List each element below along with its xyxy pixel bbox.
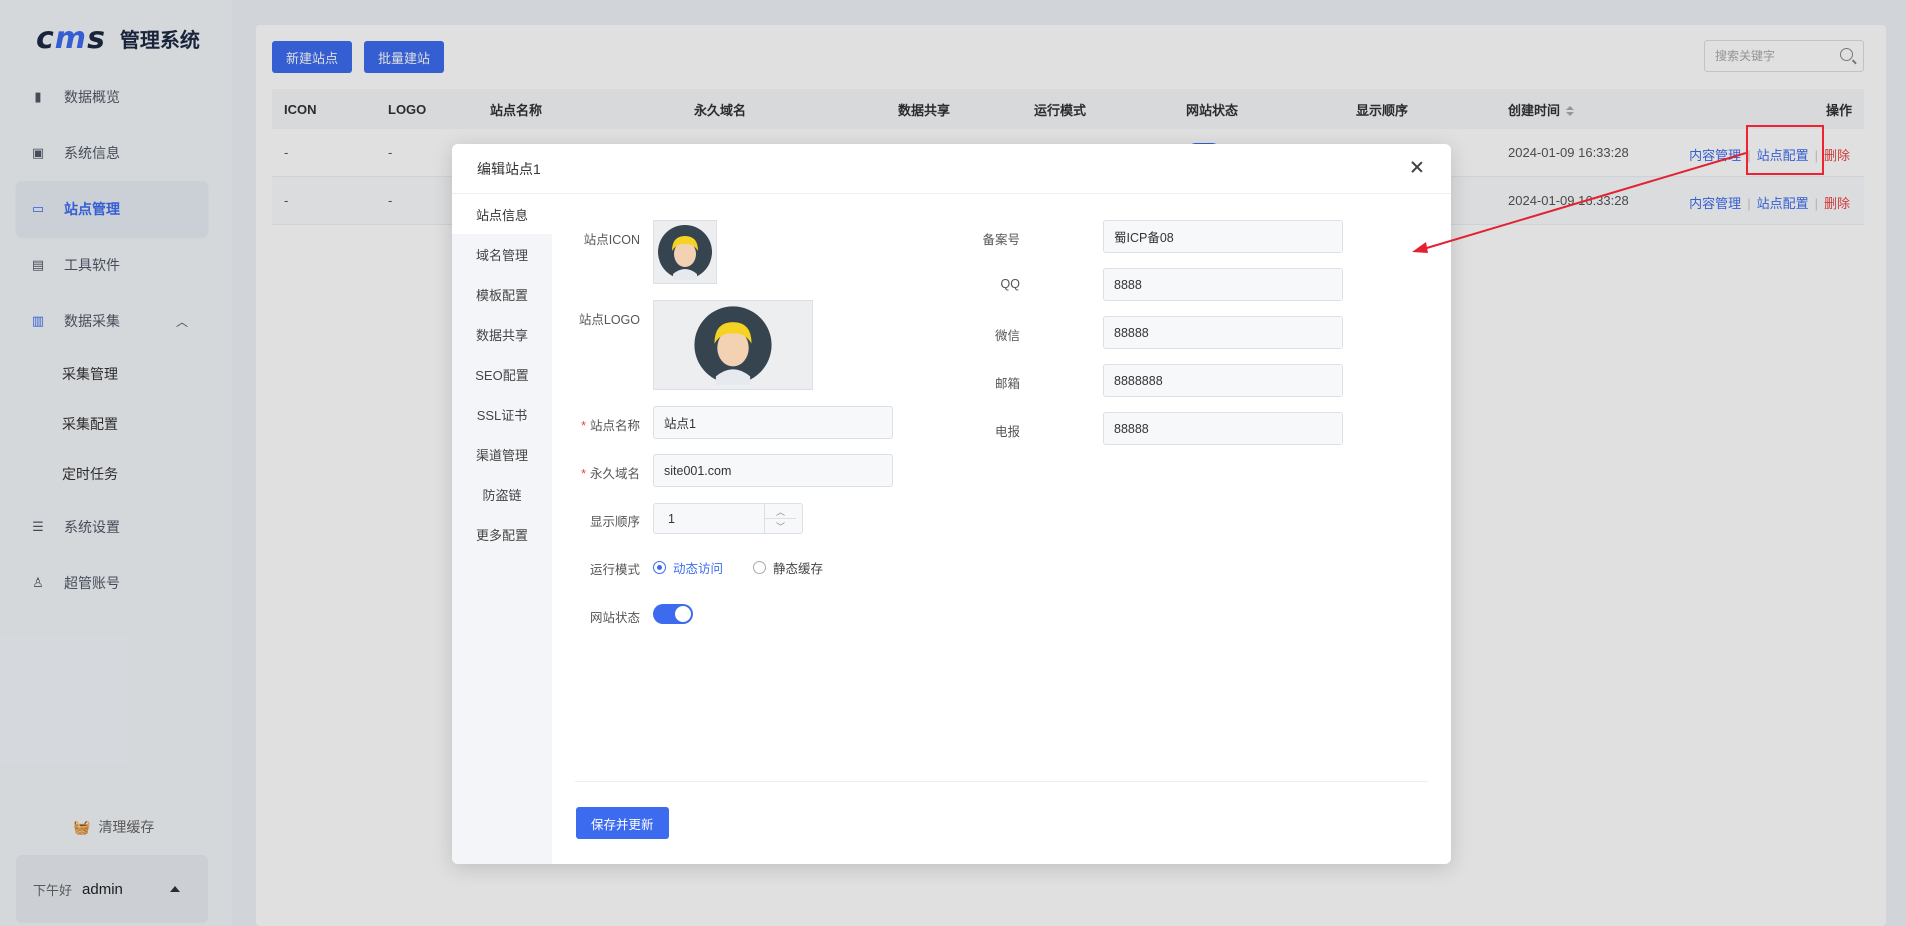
display-order-input[interactable]: [654, 504, 764, 533]
tab-seo-config[interactable]: SEO配置: [452, 354, 552, 394]
display-order-label: 显示顺序: [589, 515, 640, 529]
tab-domain-management[interactable]: 域名管理: [452, 234, 552, 274]
domain-label: 永久域名: [550, 463, 640, 482]
tab-anti-leech[interactable]: 防盗链: [452, 474, 552, 514]
site-logo-upload[interactable]: [653, 300, 813, 390]
domain-field[interactable]: [653, 454, 893, 487]
site-status-label: 网站状态: [589, 611, 640, 625]
site-icon-upload[interactable]: [653, 220, 717, 284]
site-name-label: 站点名称: [550, 415, 640, 434]
avatar-icon: [694, 306, 772, 385]
annotation-highlight-box: [1746, 125, 1824, 175]
display-order-stepper[interactable]: ︿ ﹀: [653, 503, 803, 534]
redaction-blur: [1192, 221, 1342, 252]
radio-dynamic-access[interactable]: 动态访问: [653, 558, 723, 577]
site-icon-label: 站点ICON: [583, 233, 640, 247]
tab-data-share[interactable]: 数据共享: [452, 314, 552, 354]
email-field[interactable]: 8888888: [1103, 364, 1343, 397]
save-and-update-button[interactable]: 保存并更新: [576, 807, 669, 839]
wechat-value: 88888: [1114, 325, 1149, 340]
redaction-blur: [1172, 365, 1342, 396]
dialog-header: 编辑站点1: [452, 144, 1451, 194]
qq-value: 8888: [1114, 277, 1142, 292]
dialog-tabs: 站点信息 域名管理 模板配置 数据共享 SEO配置 SSL证书 渠道管理 防盗链…: [452, 194, 552, 864]
site-status-switch[interactable]: [653, 604, 693, 624]
radio-dot: [753, 561, 766, 574]
wechat-label: 微信: [994, 329, 1020, 343]
tab-channel-management[interactable]: 渠道管理: [452, 434, 552, 474]
icp-label: 备案号: [982, 233, 1020, 247]
tab-ssl-cert[interactable]: SSL证书: [452, 394, 552, 434]
radio-static-cache[interactable]: 静态缓存: [753, 558, 823, 577]
icp-value: 蜀ICP备08: [1114, 231, 1174, 245]
tab-site-info[interactable]: 站点信息: [452, 194, 552, 234]
increment-icon[interactable]: ︿: [765, 504, 796, 518]
telegram-label: 电报: [994, 425, 1020, 439]
email-value: 8888888: [1114, 373, 1163, 388]
redaction-blur: [1142, 269, 1342, 300]
radio-label: 动态访问: [673, 562, 724, 576]
footer-divider: [575, 781, 1428, 782]
domain-input[interactable]: [664, 463, 892, 478]
redaction-blur: [1147, 413, 1342, 444]
email-label: 邮箱: [994, 377, 1020, 391]
site-name-field[interactable]: [653, 406, 893, 439]
telegram-value: 88888: [1114, 421, 1149, 436]
wechat-field[interactable]: 88888: [1103, 316, 1343, 349]
run-mode-label: 运行模式: [589, 563, 640, 577]
dialog-title: 编辑站点1: [477, 160, 541, 177]
site-name-input[interactable]: [664, 415, 892, 430]
close-icon[interactable]: [1407, 158, 1427, 178]
qq-field[interactable]: 8888: [1103, 268, 1343, 301]
radio-dot: [653, 561, 666, 574]
telegram-field[interactable]: 88888: [1103, 412, 1343, 445]
redaction-blur: [1147, 317, 1342, 348]
edit-site-dialog: 编辑站点1 站点信息 域名管理 模板配置 数据共享 SEO配置 SSL证书 渠道…: [452, 144, 1451, 864]
tab-template-config[interactable]: 模板配置: [452, 274, 552, 314]
qq-label: QQ: [1000, 277, 1020, 291]
radio-label: 静态缓存: [773, 562, 824, 576]
avatar-icon: [658, 225, 712, 280]
icp-field[interactable]: 蜀ICP备08: [1103, 220, 1343, 253]
site-logo-label: 站点LOGO: [578, 313, 640, 327]
decrement-icon[interactable]: ﹀: [765, 518, 796, 533]
tab-more-config[interactable]: 更多配置: [452, 514, 552, 554]
